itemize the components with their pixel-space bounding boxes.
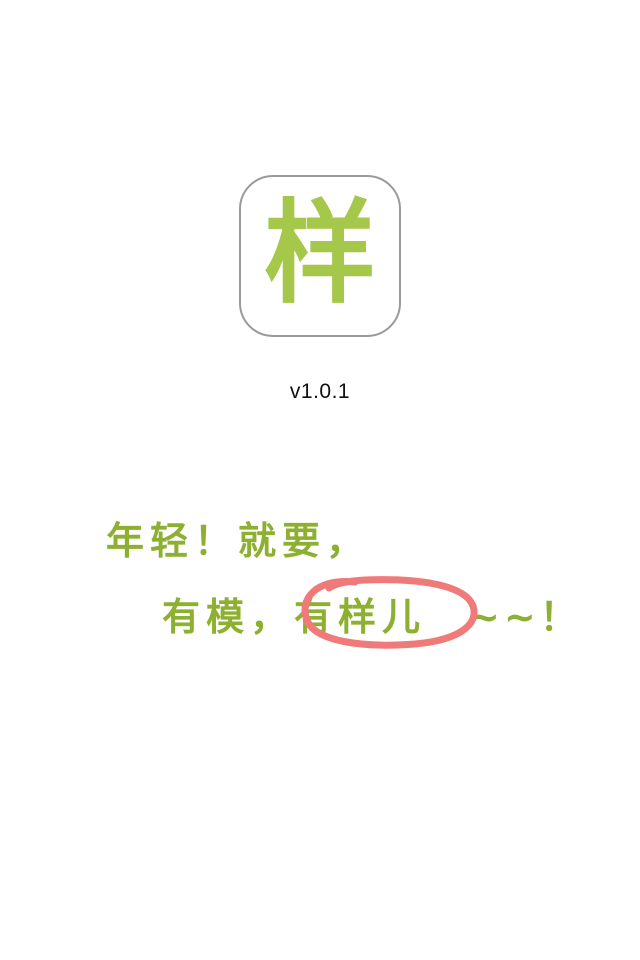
slogan-line-2-highlight: 有样儿 — [294, 595, 427, 639]
splash-screen: 样 v1.0.1 年轻！就要， 有模，有样儿 ~~！ — [0, 0, 640, 960]
slogan-line-1: 年轻！就要， — [106, 519, 371, 563]
app-logo-icon: 样 — [239, 175, 401, 337]
version-label: v1.0.1 — [289, 380, 351, 403]
app-logo-glyph: 样 — [264, 189, 376, 319]
slogan-line-2: 有模，有样儿 — [162, 598, 426, 636]
slogan-line-2-prefix: 有模， — [162, 595, 295, 639]
slogan-line-2-suffix: ~~！ — [468, 595, 582, 639]
